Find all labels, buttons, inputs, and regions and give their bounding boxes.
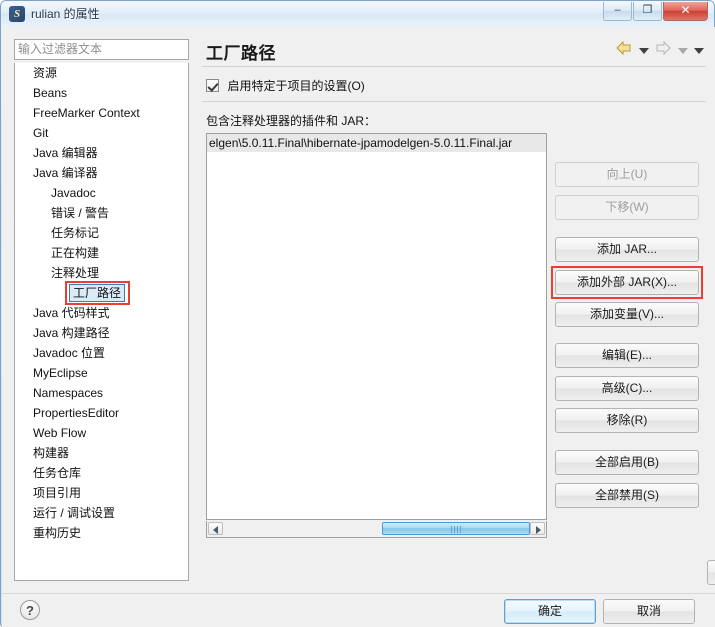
sidebar-item-9[interactable]: 正在构建 bbox=[15, 243, 188, 263]
move-up-button: 向上(U) bbox=[555, 162, 699, 187]
jar-list-caption: 包含注释处理器的插件和 JAR： bbox=[206, 114, 377, 128]
sidebar-item-5[interactable]: Java 编译器 bbox=[15, 163, 188, 183]
project-specific-settings-label: 启用特定于项目的设置(O) bbox=[227, 79, 365, 93]
maximize-button[interactable]: ❐ bbox=[633, 2, 662, 21]
sidebar-item-18[interactable]: Web Flow bbox=[15, 423, 188, 443]
sidebar-item-label: 工厂路径 bbox=[69, 284, 126, 302]
sidebar-item-label: 正在构建 bbox=[51, 246, 100, 260]
view-menu-chevron-down-icon[interactable] bbox=[694, 47, 704, 54]
window-title: rulian 的属性 bbox=[31, 7, 100, 21]
minimize-icon: – bbox=[614, 4, 621, 16]
project-specific-settings-checkbox[interactable] bbox=[206, 79, 219, 92]
horizontal-scrollbar[interactable] bbox=[206, 521, 547, 538]
forward-history-chevron-down-icon bbox=[677, 47, 688, 54]
sidebar-item-label: 重构历史 bbox=[33, 526, 82, 540]
sidebar-item-1[interactable]: Beans bbox=[15, 83, 188, 103]
sidebar-item-6[interactable]: Javadoc bbox=[15, 183, 188, 203]
sidebar-item-21[interactable]: 项目引用 bbox=[15, 483, 188, 503]
sidebar-item-label: 项目引用 bbox=[33, 486, 82, 500]
enable-all-button[interactable]: 全部启用(B) bbox=[555, 450, 699, 475]
help-question-icon[interactable]: ? bbox=[20, 600, 40, 620]
add-jar-button[interactable]: 添加 JAR... bbox=[555, 237, 699, 262]
project-specific-settings-row[interactable]: 启用特定于项目的设置(O) bbox=[206, 77, 365, 95]
list-item[interactable]: elgen\5.0.11.Final\hibernate-jpamodelgen… bbox=[207, 134, 546, 152]
factory-path-page: 工厂路径 启用特定于项目的设置(O) 包含注释处理器的插件和 JAR： elge… bbox=[198, 33, 715, 585]
dialog-footer: ? 确定 取消 bbox=[2, 594, 715, 627]
sidebar-item-14[interactable]: Javadoc 位置 bbox=[15, 343, 188, 363]
forward-arrow-icon bbox=[655, 40, 671, 60]
sidebar-item-label: 注释处理 bbox=[51, 266, 100, 280]
sidebar-item-label: Javadoc 位置 bbox=[33, 346, 106, 360]
sidebar-item-label: Git bbox=[33, 126, 49, 140]
advanced-button[interactable]: 高级(C)... bbox=[555, 376, 699, 401]
sidebar-item-0[interactable]: 资源 bbox=[15, 63, 188, 83]
sidebar-item-23[interactable]: 重构历史 bbox=[15, 523, 188, 543]
add-ext-jar-button[interactable]: 添加外部 JAR(X)... bbox=[555, 270, 699, 295]
sidebar-item-17[interactable]: PropertiesEditor bbox=[15, 403, 188, 423]
sidebar-item-label: Java 代码样式 bbox=[33, 306, 110, 320]
sidebar-item-2[interactable]: FreeMarker Context bbox=[15, 103, 188, 123]
sidebar-item-label: 任务标记 bbox=[51, 226, 100, 240]
eclipse-icon: S bbox=[9, 6, 25, 22]
sidebar-item-label: 运行 / 调试设置 bbox=[33, 506, 116, 520]
factory-path-list[interactable]: elgen\5.0.11.Final\hibernate-jpamodelgen… bbox=[206, 133, 547, 520]
sidebar-item-20[interactable]: 任务仓库 bbox=[15, 463, 188, 483]
sidebar-item-15[interactable]: MyEclipse bbox=[15, 363, 188, 383]
restore-defaults-button[interactable]: 恢复默认值(D) bbox=[707, 560, 715, 585]
ok-button[interactable]: 确定 bbox=[504, 599, 596, 624]
sidebar-item-7[interactable]: 错误 / 警告 bbox=[15, 203, 188, 223]
page-navigation bbox=[614, 40, 704, 60]
close-button[interactable]: ✕ bbox=[663, 2, 708, 21]
cancel-button[interactable]: 取消 bbox=[603, 599, 695, 624]
sidebar-item-label: 构建器 bbox=[33, 446, 70, 460]
settings-divider bbox=[202, 101, 706, 102]
sidebar-item-label: MyEclipse bbox=[33, 366, 88, 380]
add-variable-button[interactable]: 添加变量(V)... bbox=[555, 302, 699, 327]
scrollbar-thumb[interactable] bbox=[382, 522, 530, 535]
settings-tree[interactable]: 资源 Beans FreeMarker Context Git Java 编辑器 Java… bbox=[14, 63, 189, 581]
sidebar-item-label: Java 编译器 bbox=[33, 166, 98, 180]
sidebar-item-13[interactable]: Java 构建路径 bbox=[15, 323, 188, 343]
edit-button[interactable]: 编辑(E)... bbox=[555, 343, 699, 368]
dialog-body: 输入过滤器文本 资源 Beans FreeMarker Context Git Java… bbox=[2, 27, 715, 627]
page-title: 工厂路径 bbox=[206, 44, 276, 63]
sidebar-item-label: 资源 bbox=[33, 66, 58, 80]
scroll-right-icon[interactable] bbox=[530, 522, 545, 535]
sidebar-item-label: 任务仓库 bbox=[33, 466, 82, 480]
sidebar-item-label: Java 编辑器 bbox=[33, 146, 98, 160]
sidebar-item-label: Javadoc bbox=[51, 186, 96, 200]
sidebar-item-3[interactable]: Git bbox=[15, 123, 188, 143]
disable-all-button[interactable]: 全部禁用(S) bbox=[555, 483, 699, 508]
scroll-left-icon[interactable] bbox=[208, 522, 223, 535]
sidebar-item-label: Java 构建路径 bbox=[33, 326, 110, 340]
title-divider bbox=[202, 66, 706, 67]
sidebar-item-label: PropertiesEditor bbox=[33, 406, 120, 420]
sidebar-item-22[interactable]: 运行 / 调试设置 bbox=[15, 503, 188, 523]
sidebar-item-label: Namespaces bbox=[33, 386, 104, 400]
sidebar-item-8[interactable]: 任务标记 bbox=[15, 223, 188, 243]
sidebar-item-label: Beans bbox=[33, 86, 68, 100]
move-down-button: 下移(W) bbox=[555, 195, 699, 220]
maximize-icon: ❐ bbox=[642, 4, 653, 16]
sidebar-item-19[interactable]: 构建器 bbox=[15, 443, 188, 463]
sidebar-item-10[interactable]: 注释处理 bbox=[15, 263, 188, 283]
title-bar: S rulian 的属性 – ❐ ✕ bbox=[1, 1, 714, 27]
sidebar-item-label: FreeMarker Context bbox=[33, 106, 140, 120]
sidebar-item-12[interactable]: Java 代码样式 bbox=[15, 303, 188, 323]
remove-button[interactable]: 移除(R) bbox=[555, 408, 699, 433]
back-history-chevron-down-icon[interactable] bbox=[638, 47, 649, 54]
sidebar-item-16[interactable]: Namespaces bbox=[15, 383, 188, 403]
sidebar-item-11[interactable]: 工厂路径 bbox=[15, 283, 188, 303]
sidebar-item-label: 错误 / 警告 bbox=[51, 206, 110, 220]
filter-input[interactable]: 输入过滤器文本 bbox=[14, 39, 189, 60]
properties-dialog-window: S rulian 的属性 – ❐ ✕ 输入过滤器文本 资源 Beans FreeMa… bbox=[0, 0, 715, 627]
sidebar-item-label: Web Flow bbox=[33, 426, 87, 440]
sidebar-item-4[interactable]: Java 编辑器 bbox=[15, 143, 188, 163]
back-arrow-icon[interactable] bbox=[616, 40, 632, 60]
close-icon: ✕ bbox=[680, 3, 691, 17]
minimize-button[interactable]: – bbox=[603, 2, 632, 21]
